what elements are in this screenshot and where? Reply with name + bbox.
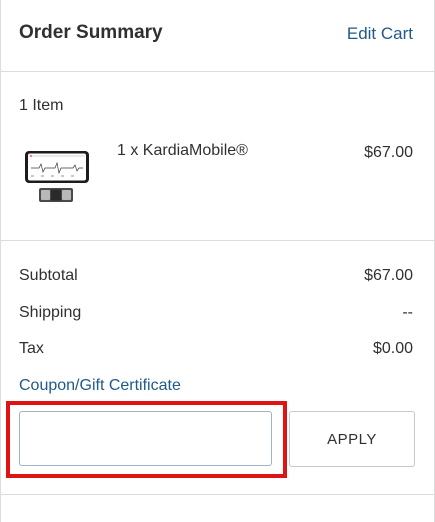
order-summary-title: Order Summary (19, 22, 163, 43)
tax-label: Tax (19, 340, 44, 357)
product-price: $67.00 (364, 144, 413, 161)
order-summary-panel: Order Summary Edit Cart 1 Item 1 x Kardi… (0, 0, 435, 522)
shipping-row: Shipping -- (19, 304, 413, 326)
product-name: 1 x KardiaMobile® (117, 142, 248, 159)
tax-value: $0.00 (372, 340, 413, 357)
coupon-code-input[interactable] (19, 411, 272, 466)
shipping-value: -- (402, 304, 413, 321)
kardiamobile-product-image (25, 151, 89, 202)
tax-row: Tax $0.00 (19, 340, 413, 362)
edit-cart-link[interactable]: Edit Cart (347, 24, 413, 44)
subtotal-label: Subtotal (19, 267, 78, 284)
apply-coupon-button[interactable]: APPLY (289, 411, 415, 467)
order-summary-header: Order Summary Edit Cart (1, 0, 434, 72)
subtotal-row: Subtotal $67.00 (19, 267, 413, 289)
cart-items-section: 1 Item 1 x KardiaMobile® $67.00 (1, 72, 434, 241)
item-count: 1 Item (19, 97, 64, 114)
shipping-label: Shipping (19, 304, 82, 321)
subtotal-value: $67.00 (364, 267, 413, 284)
coupon-gift-certificate-link[interactable]: Coupon/Gift Certificate (19, 377, 181, 395)
section-divider (1, 494, 434, 495)
